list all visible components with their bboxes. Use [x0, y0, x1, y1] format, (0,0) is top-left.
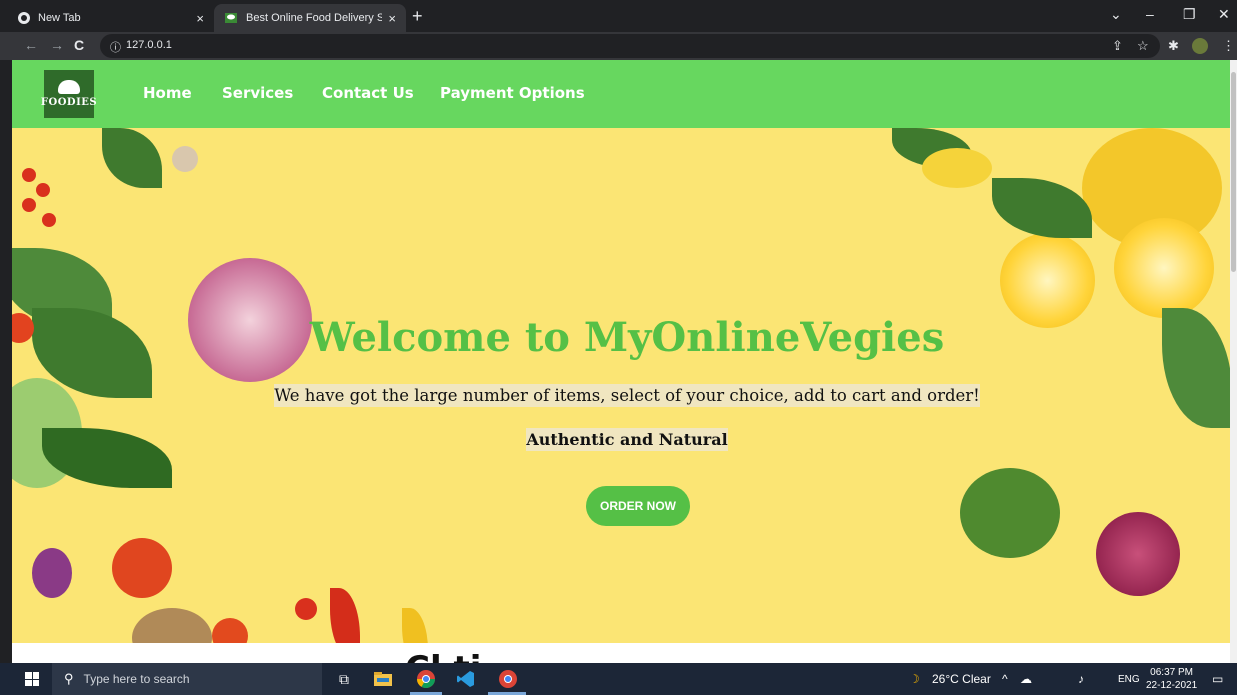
taskbar-clock[interactable]: 06:37 PM 22-12-2021 [1146, 666, 1197, 692]
search-icon: ⚲ [64, 671, 74, 686]
windows-taskbar: ⚲ Type here to search ⧉ ☽ 26°C Clear ^ ☁… [0, 663, 1237, 695]
site-logo[interactable]: FOODIES [40, 70, 98, 118]
clock-date: 22-12-2021 [1146, 680, 1198, 691]
volume-icon[interactable]: ♪ [1078, 672, 1084, 686]
back-button[interactable]: ← [24, 37, 38, 53]
profile-avatar[interactable] [1192, 38, 1208, 54]
language-indicator[interactable]: ENG [1118, 674, 1140, 685]
address-bar[interactable]: ⓘ 127.0.0.1 [100, 34, 1160, 58]
hero-tagline: We have got the large number of items, s… [12, 384, 1230, 407]
minimize-button[interactable]: – [1146, 6, 1154, 22]
share-icon[interactable]: ⇪ [1112, 38, 1123, 54]
page-scrollbar[interactable] [1230, 60, 1237, 663]
tab-close-icon[interactable]: × [388, 11, 396, 26]
web-page: FOODIES Home Services Contact Us Payment… [12, 60, 1230, 663]
search-placeholder: Type here to search [83, 672, 190, 686]
site-navbar: FOODIES Home Services Contact Us Payment… [12, 60, 1230, 128]
tab-food-delivery[interactable]: Best Online Food Delivery Servic × [214, 4, 406, 32]
order-now-button[interactable]: ORDER NOW [586, 486, 690, 526]
browser-tab-bar: New Tab × Best Online Food Delivery Serv… [0, 0, 1237, 32]
chrome-active-window-icon[interactable] [498, 669, 518, 689]
nav-link-contact-us[interactable]: Contact Us [322, 84, 414, 102]
taskbar-search-input[interactable]: ⚲ Type here to search [52, 663, 322, 695]
weather-text[interactable]: 26°C Clear [932, 672, 991, 686]
tray-chevron-icon[interactable]: ^ [1002, 672, 1008, 686]
tab-title: Best Online Food Delivery Servic [246, 12, 383, 24]
network-icon[interactable]: ☁ [1020, 672, 1032, 686]
tab-search-icon[interactable]: ⌄ [1110, 6, 1122, 23]
hero-tagline-text: We have got the large number of items, s… [274, 384, 980, 407]
chrome-icon [18, 12, 30, 24]
browser-menu-icon[interactable]: ⋮ [1222, 38, 1235, 54]
browser-toolbar: ← → C ⓘ 127.0.0.1 ⇪ ☆ ✱ ⋮ [0, 32, 1237, 60]
nav-link-home[interactable]: Home [143, 84, 192, 102]
task-view-icon[interactable]: ⧉ [334, 669, 354, 689]
nav-link-payment-options[interactable]: Payment Options [440, 84, 585, 102]
new-tab-button[interactable]: + [412, 6, 423, 27]
hero-subtitle-text: Authentic and Natural [526, 428, 728, 451]
forward-button[interactable]: → [50, 37, 64, 53]
site-favicon-icon [224, 11, 238, 25]
restore-button[interactable]: ❐ [1183, 6, 1196, 23]
logo-text: FOODIES [40, 97, 98, 108]
tab-title: New Tab [38, 12, 81, 24]
tab-new-tab[interactable]: New Tab × [8, 4, 214, 32]
scrollbar-thumb[interactable] [1231, 72, 1236, 272]
chef-hat-icon [58, 80, 80, 94]
next-section-heading: Cl ti [405, 649, 481, 663]
notifications-icon[interactable]: ▭ [1212, 672, 1223, 686]
hero-heading: Welcome to MyOnlineVegies [309, 314, 945, 361]
chrome-taskbar-icon[interactable] [416, 669, 436, 689]
nav-link-services[interactable]: Services [222, 84, 293, 102]
moon-weather-icon: ☽ [909, 672, 920, 686]
hero-subtitle: Authentic and Natural [12, 428, 1230, 451]
site-info-icon[interactable]: ⓘ [110, 39, 121, 55]
next-section: Cl ti [12, 643, 1230, 663]
close-window-button[interactable]: ✕ [1218, 6, 1230, 23]
file-explorer-icon[interactable] [373, 669, 393, 689]
bookmark-star-icon[interactable]: ☆ [1137, 38, 1149, 54]
extensions-icon[interactable]: ✱ [1168, 38, 1179, 54]
vscode-icon[interactable] [456, 669, 476, 689]
tab-close-icon[interactable]: × [196, 11, 204, 26]
url-text[interactable]: 127.0.0.1 [126, 39, 172, 51]
clock-time: 06:37 PM [1150, 667, 1193, 678]
windows-start-icon[interactable] [25, 672, 39, 686]
reload-button[interactable]: C [74, 37, 84, 53]
hero-section: Welcome to MyOnlineVegies We have got th… [12, 128, 1230, 663]
